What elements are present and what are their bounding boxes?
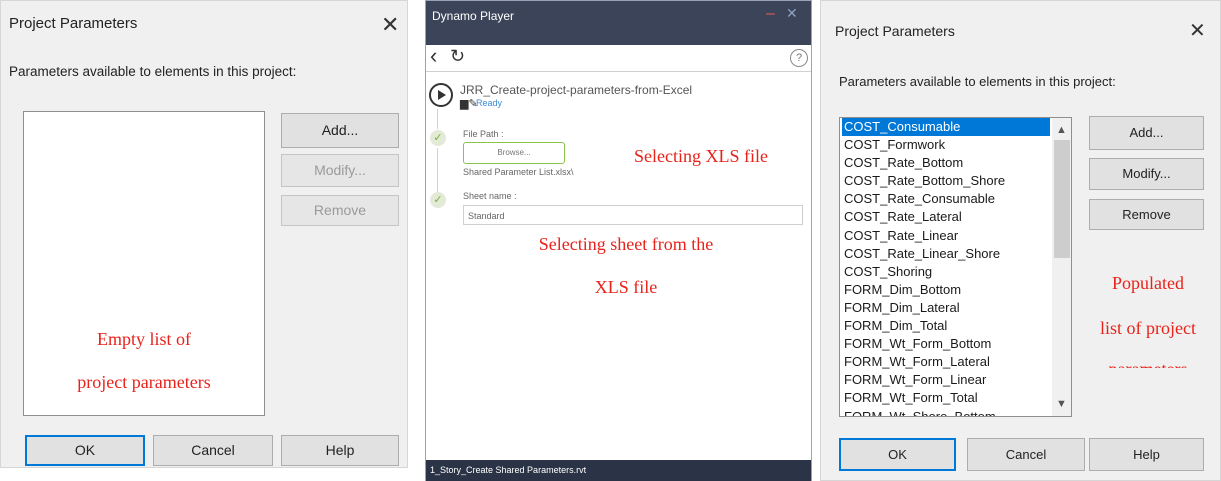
parameters-listbox[interactable] bbox=[23, 111, 265, 416]
remove-button[interactable]: Remove bbox=[281, 195, 399, 226]
browse-button[interactable]: Browse... bbox=[463, 142, 565, 164]
help-button[interactable]: Help bbox=[1089, 438, 1204, 471]
annotation-selecting-sheet-line2: XLS file bbox=[594, 277, 658, 297]
scrollbar-thumb[interactable] bbox=[1054, 140, 1070, 258]
modify-button[interactable]: Modify... bbox=[1089, 158, 1204, 190]
parameters-label: Parameters available to elements in this… bbox=[839, 74, 1116, 89]
list-item[interactable]: COST_Rate_Bottom bbox=[842, 154, 1050, 172]
list-item[interactable]: FORM_Dim_Total bbox=[842, 317, 1050, 335]
vertical-scrollbar[interactable]: ▲ ▼ bbox=[1052, 118, 1071, 416]
close-icon[interactable]: ✕ bbox=[786, 5, 798, 22]
close-icon[interactable]: ✕ bbox=[1189, 21, 1206, 41]
annotation-populated-line1: Populated bbox=[1112, 273, 1184, 293]
list-item[interactable]: FORM_Wt_Form_Total bbox=[842, 389, 1050, 407]
minimize-icon[interactable]: – bbox=[766, 5, 775, 23]
sheet-name-label: Sheet name : bbox=[463, 191, 517, 201]
ok-button[interactable]: OK bbox=[839, 438, 956, 471]
annotation-empty-list-line1: Empty list of bbox=[97, 329, 191, 349]
sheet-name-input[interactable]: Standard bbox=[463, 205, 803, 225]
cancel-button[interactable]: Cancel bbox=[153, 435, 273, 466]
annotation-selecting-sheet-line1: Selecting sheet from the bbox=[538, 234, 714, 254]
list-item[interactable]: FORM_Dim_Lateral bbox=[842, 299, 1050, 317]
list-item[interactable]: COST_Shoring bbox=[842, 263, 1050, 281]
list-item[interactable]: FORM_Wt_Form_Lateral bbox=[842, 353, 1050, 371]
close-icon[interactable]: ✕ bbox=[381, 14, 399, 36]
list-item[interactable]: FORM_Wt_Shore_Bottom bbox=[842, 408, 1050, 417]
dynamo-footer: 1_Story_Create Shared Parameters.rvt bbox=[426, 460, 811, 481]
check-icon: ✓ bbox=[430, 130, 446, 146]
annotation-selecting-xls: Selecting XLS file bbox=[634, 146, 768, 166]
back-icon[interactable]: ‹ bbox=[430, 43, 437, 69]
status-text: Ready bbox=[476, 98, 503, 108]
help-icon[interactable]: ? bbox=[790, 49, 808, 67]
file-path-value: Shared Parameter List.xlsx\ bbox=[463, 167, 574, 177]
parameters-listbox[interactable]: COST_Consumable COST_Formwork COST_Rate_Bo… bbox=[839, 117, 1072, 417]
ok-button[interactable]: OK bbox=[25, 435, 145, 466]
list-item[interactable]: COST_Consumable bbox=[842, 118, 1050, 137]
annotation-populated-line3: parameters bbox=[1083, 359, 1213, 368]
list-item[interactable]: COST_Formwork bbox=[842, 136, 1050, 154]
remove-button[interactable]: Remove bbox=[1089, 199, 1204, 230]
add-button[interactable]: Add... bbox=[281, 113, 399, 148]
list-item[interactable]: FORM_Wt_Form_Bottom bbox=[842, 335, 1050, 353]
chevron-down-icon[interactable]: ▼ bbox=[1056, 398, 1067, 410]
dialog-title: Project Parameters bbox=[9, 15, 138, 32]
list-item[interactable]: COST_Rate_Linear_Shore bbox=[842, 245, 1050, 263]
annotation-empty-list-line2: project parameters bbox=[77, 372, 211, 392]
project-parameters-dialog-empty: Project Parameters ✕ Parameters availabl… bbox=[0, 0, 408, 468]
list-item[interactable]: COST_Rate_Linear bbox=[842, 227, 1050, 245]
cancel-button[interactable]: Cancel bbox=[967, 438, 1085, 471]
add-button[interactable]: Add... bbox=[1089, 116, 1204, 150]
dynamo-titlebar: Dynamo Player – ✕ bbox=[426, 1, 811, 45]
play-icon[interactable] bbox=[429, 83, 453, 107]
parameters-list: COST_Consumable COST_Formwork COST_Rate_Bo… bbox=[842, 118, 1050, 417]
connector-line bbox=[437, 148, 438, 192]
dynamo-title: Dynamo Player bbox=[432, 9, 515, 23]
dynamo-player-window: Dynamo Player – ✕ ‹ ↻ ? JRR_Create-proje… bbox=[425, 0, 812, 481]
dynamo-toolbar: ‹ ↻ ? bbox=[426, 43, 811, 72]
file-path-label: File Path : bbox=[463, 129, 504, 139]
script-name: JRR_Create-project-parameters-from-Excel bbox=[460, 83, 693, 97]
chevron-up-icon[interactable]: ▲ bbox=[1056, 124, 1067, 136]
refresh-icon[interactable]: ↻ bbox=[450, 46, 465, 67]
dialog-title: Project Parameters bbox=[835, 23, 955, 39]
modify-button[interactable]: Modify... bbox=[281, 154, 399, 187]
footer-filename: 1_Story_Create Shared Parameters.rvt bbox=[430, 465, 587, 475]
annotation-populated-line2: list of project bbox=[1100, 318, 1196, 338]
list-item[interactable]: FORM_Dim_Bottom bbox=[842, 281, 1050, 299]
list-item[interactable]: COST_Rate_Lateral bbox=[842, 208, 1050, 226]
parameters-label: Parameters available to elements in this… bbox=[9, 64, 297, 79]
list-item[interactable]: COST_Rate_Consumable bbox=[842, 190, 1050, 208]
help-button[interactable]: Help bbox=[281, 435, 399, 466]
list-item[interactable]: COST_Rate_Bottom_Shore bbox=[842, 172, 1050, 190]
check-icon: ✓ bbox=[430, 192, 446, 208]
list-item[interactable]: FORM_Wt_Form_Linear bbox=[842, 371, 1050, 389]
connector-line bbox=[437, 109, 438, 129]
project-parameters-dialog-populated: Project Parameters ✕ Parameters availabl… bbox=[820, 0, 1221, 481]
